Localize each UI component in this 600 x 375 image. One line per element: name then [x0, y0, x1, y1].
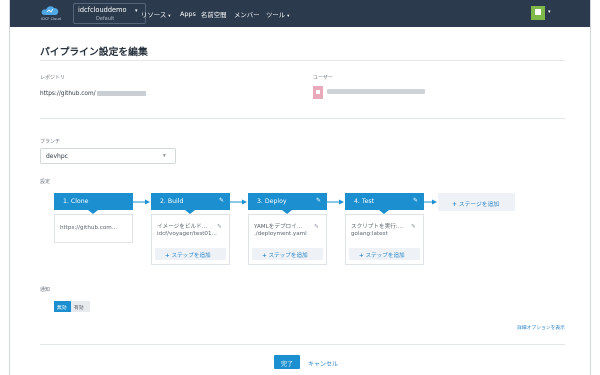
nav-item-resources[interactable]: リソース ▾ [141, 10, 171, 19]
nav-item-namespaces[interactable]: 名前空間 [201, 10, 227, 19]
toggle-label: 無効 [57, 306, 67, 311]
plus-icon: + [359, 253, 364, 259]
stage-title: 4. Test [354, 198, 375, 205]
step-item-detail: golang:latest [351, 231, 388, 237]
add-stage-button[interactable]: + ステージを追加 [438, 193, 515, 211]
add-step-button[interactable]: + ステップを追加 [252, 248, 323, 260]
chevron-down-icon: ▾ [135, 8, 138, 14]
project-selector[interactable]: idcfclouddemo Default ▾ [73, 3, 146, 24]
nav-item-label: ツール [266, 11, 286, 19]
stage-header[interactable]: 4. Test ✎ [345, 193, 424, 214]
chevron-down-icon: ▾ [168, 14, 171, 19]
show-advanced-options-link[interactable]: 詳細オプションを表示 [517, 324, 565, 331]
stage-title: 1. Clone [63, 198, 89, 205]
add-step-button[interactable]: + ステップを追加 [349, 248, 420, 260]
logo-text: IDCF Cloud [41, 17, 61, 21]
notify-label: 通知 [40, 287, 51, 293]
app-frame: IDCF Cloud idcfclouddemo Default ▾ リソース ▾… [9, 0, 591, 375]
chevron-down-icon[interactable]: ▾ [548, 9, 551, 15]
avatar-glyph [535, 9, 541, 15]
pencil-icon[interactable]: ✎ [219, 197, 224, 204]
cancel-button[interactable]: キャンセル [308, 359, 338, 368]
stage-header[interactable]: 1. Clone [54, 193, 133, 214]
add-stage-label: ステージを追加 [458, 202, 500, 208]
top-nav: IDCF Cloud idcfclouddemo Default ▾ リソース ▾… [10, 0, 590, 27]
plus-icon: + [452, 202, 457, 208]
pencil-icon[interactable]: ✎ [316, 197, 321, 204]
pencil-icon[interactable]: ✎ [411, 224, 416, 230]
branch-label: ブランチ [40, 139, 61, 145]
arrow-right-icon [230, 199, 247, 205]
plus-icon: + [165, 253, 170, 259]
arrow-right-icon [327, 199, 344, 205]
divider [40, 344, 565, 345]
step-item-detail: idcf/voyager/test01... [157, 231, 217, 237]
nav-item-members[interactable]: メンバー [234, 10, 260, 19]
pencil-icon[interactable]: ✎ [217, 224, 222, 230]
repository-url-text: https://github.com/ [40, 91, 96, 97]
notify-enabled-toggle[interactable]: 有効 [71, 301, 90, 312]
step-item[interactable]: YAMLをデプロイ... [254, 222, 314, 230]
stage-title: 2. Build [160, 198, 184, 205]
settings-label: 設定 [40, 179, 51, 185]
nav-item-tools[interactable]: ツール ▾ [266, 10, 289, 19]
arrow-right-icon [424, 199, 437, 205]
pencil-icon[interactable]: ✎ [314, 224, 319, 230]
step-item[interactable]: スクリプトを実行:... [351, 222, 411, 230]
toggle-label: 有効 [74, 306, 84, 311]
chevron-down-icon: ▾ [287, 14, 290, 19]
chevron-down-icon: ▾ [163, 153, 166, 159]
done-button[interactable]: 完了 [274, 355, 300, 369]
divider [40, 118, 565, 119]
nav-item-label: メンバー [234, 11, 260, 19]
divider [40, 60, 565, 61]
stage-header[interactable]: 3. Deploy ✎ [248, 193, 327, 214]
user-avatar[interactable] [531, 6, 545, 20]
step-item[interactable]: イメージをビルド... [157, 222, 217, 230]
cloud-logo-icon [41, 6, 59, 15]
add-step-button[interactable]: + ステップを追加 [155, 248, 226, 260]
add-step-label: ステップを追加 [365, 253, 405, 259]
user-identicon [313, 86, 323, 99]
repository-url: https://github.com/ [40, 91, 146, 97]
stage-title: 3. Deploy [257, 198, 287, 205]
done-label: 完了 [281, 361, 294, 368]
stage-header[interactable]: 2. Build ✎ [151, 193, 230, 214]
nav-item-label: リソース [141, 11, 167, 19]
plus-icon: + [262, 253, 267, 259]
branch-value: devhpc [46, 153, 68, 160]
branch-select[interactable]: devhpc ▾ [40, 148, 176, 164]
add-step-label: ステップを追加 [268, 253, 308, 259]
redacted-text [96, 91, 146, 96]
repository-label: レポジトリ [40, 75, 66, 81]
step-item-detail: ./deployment.yaml [254, 231, 307, 237]
nav-item-label: Apps [180, 10, 196, 18]
nav-item-apps[interactable]: Apps [180, 10, 196, 18]
page-title: パイプライン設定を編集 [40, 47, 148, 58]
step-item[interactable]: https://github.com... [60, 225, 128, 231]
notify-disabled-toggle[interactable]: 無効 [54, 301, 71, 312]
arrow-right-icon [133, 199, 150, 205]
add-step-label: ステップを追加 [171, 253, 211, 259]
nav-item-label: 名前空間 [201, 11, 227, 19]
project-name: idcfclouddemo [78, 6, 127, 14]
project-sub: Default [96, 16, 115, 22]
redacted-user-name [327, 89, 425, 94]
pencil-icon[interactable]: ✎ [413, 197, 418, 204]
idcf-logo[interactable]: IDCF Cloud [39, 5, 61, 23]
user-label: ユーザー [313, 75, 333, 81]
stage-body: https://github.com... [54, 214, 133, 243]
